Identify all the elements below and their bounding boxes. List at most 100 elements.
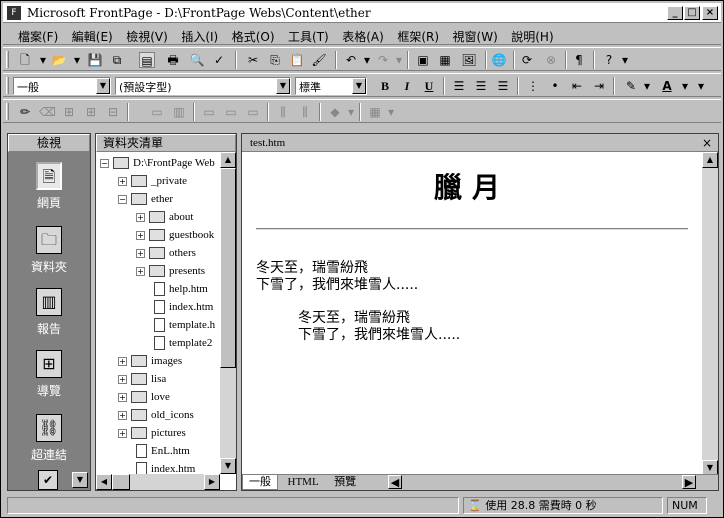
tree-item-lisa[interactable]: + lisa — [118, 370, 166, 388]
align-left-icon[interactable]: ☰ — [451, 78, 467, 94]
tab-preview[interactable]: 預覽 — [328, 475, 362, 489]
editing-area[interactable]: 臘月 冬天至，瑞雪紛飛 下雪了，我們來堆雪人..... 冬天至，瑞雪紛飛 下雪了… — [242, 152, 702, 476]
menu-edit[interactable]: 編輯(E) — [67, 25, 118, 48]
align-right-icon[interactable]: ☰ — [495, 78, 511, 94]
tree-item-old-icons[interactable]: + old_icons — [118, 406, 194, 424]
open-icon[interactable]: 📂 — [51, 52, 67, 68]
fill-color-dropdown-icon[interactable]: ▾ — [343, 104, 359, 120]
redo-icon[interactable]: ↷ — [375, 52, 391, 68]
highlight-dropdown-icon[interactable]: ▾ — [639, 78, 655, 94]
tree-item-pictures[interactable]: + pictures — [118, 424, 186, 442]
tree-item-about[interactable]: + about — [136, 208, 193, 226]
undo-icon[interactable]: ↶ — [343, 52, 359, 68]
split-cells-icon[interactable]: ▥ — [171, 104, 187, 120]
tab-html[interactable]: HTML — [282, 475, 325, 489]
title-bar[interactable]: F Microsoft FrontPage - D:\FrontPage Web… — [3, 3, 721, 23]
view-folders[interactable]: 🗀 資料夾 — [8, 226, 90, 275]
tabs-scroll-right-button[interactable]: ▶ — [682, 475, 696, 489]
menu-window[interactable]: 視窗(W) — [448, 25, 503, 48]
tree-item-private[interactable]: + _private — [118, 172, 187, 190]
help-icon[interactable]: ? — [601, 52, 617, 68]
table-autoformat-icon[interactable]: ▦ — [367, 104, 383, 120]
scroll-thumb[interactable] — [112, 474, 130, 490]
paste-icon[interactable]: 📋 — [289, 52, 305, 68]
toolbar-grip[interactable] — [6, 51, 9, 68]
draw-table-icon[interactable]: ✏ — [17, 104, 33, 120]
view-reports[interactable]: ▥ 報告 — [8, 288, 90, 337]
tree-item-template2[interactable]: template2 — [154, 334, 212, 352]
align-bottom-icon[interactable]: ▭ — [245, 104, 261, 120]
style-select[interactable]: 一般 ▼ — [13, 77, 111, 95]
minimize-button[interactable]: _ — [667, 6, 683, 20]
folder-list-icon[interactable]: ▤ — [139, 52, 155, 68]
tabs-scroll-left-button[interactable]: ◀ — [388, 475, 402, 489]
new-dropdown-icon[interactable]: ▾ — [35, 52, 51, 68]
menu-frames[interactable]: 框架(R) — [392, 25, 444, 48]
stop-icon[interactable]: ⊗ — [543, 52, 559, 68]
menu-table[interactable]: 表格(A) — [337, 25, 389, 48]
highlight-icon[interactable]: ✎ — [623, 78, 639, 94]
delete-cells-icon[interactable]: ⊟ — [105, 104, 121, 120]
insert-table-icon[interactable]: ▦ — [437, 52, 453, 68]
toolbar-options-icon[interactable]: ▾ — [383, 104, 399, 120]
publish-icon[interactable]: ⧉ — [109, 52, 125, 68]
chevron-down-icon[interactable]: ▼ — [96, 78, 110, 94]
tree-item-enl-htm[interactable]: EnL.htm — [136, 442, 190, 460]
font-color-icon[interactable]: A — [659, 78, 675, 94]
insert-columns-icon[interactable]: ⊞ — [83, 104, 99, 120]
increase-indent-icon[interactable]: ⇥ — [591, 78, 607, 94]
italic-button[interactable]: I — [399, 78, 415, 94]
tree-item-index-htm[interactable]: index.htm — [154, 298, 213, 316]
save-icon[interactable]: 💾 — [87, 52, 103, 68]
distribute-rows-icon[interactable]: ⫼ — [275, 104, 291, 120]
hyperlink-icon[interactable]: 🌐 — [491, 52, 507, 68]
scroll-up-button[interactable]: ▲ — [702, 152, 718, 168]
paragraph-2[interactable]: 冬天至，瑞雪紛飛 下雪了，我們來堆雪人..... — [298, 310, 460, 344]
menu-view[interactable]: 檢視(V) — [121, 25, 173, 48]
decrease-indent-icon[interactable]: ⇤ — [569, 78, 585, 94]
paragraph-1[interactable]: 冬天至，瑞雪紛飛 下雪了，我們來堆雪人..... — [256, 260, 418, 294]
scroll-left-button[interactable]: ◀ — [96, 474, 112, 490]
new-page-icon[interactable]: 🗋 — [17, 52, 33, 68]
insert-component-icon[interactable]: ▣ — [415, 52, 431, 68]
close-button[interactable]: × — [702, 6, 718, 20]
menu-format[interactable]: 格式(O) — [227, 25, 280, 48]
insert-picture-icon[interactable]: 🖼 — [461, 52, 477, 68]
tree-item-ether[interactable]: − ether — [118, 190, 173, 208]
align-center-icon[interactable]: ☰ — [473, 78, 489, 94]
format-painter-icon[interactable]: 🖌 — [311, 52, 327, 68]
scroll-right-button[interactable]: ▶ — [204, 474, 220, 490]
view-tasks[interactable]: ✔ — [38, 470, 58, 494]
toolbar-grip[interactable] — [6, 77, 9, 94]
folder-vertical-scrollbar[interactable]: ▲ ▼ — [220, 152, 236, 474]
toolbar-options-icon[interactable]: ▾ — [693, 78, 709, 94]
copy-icon[interactable]: ⎘ — [267, 52, 283, 68]
eraser-icon[interactable]: ⌫ — [39, 104, 56, 120]
tree-item-love[interactable]: + love — [118, 388, 170, 406]
spelling-icon[interactable]: ✓ — [211, 52, 227, 68]
editor-vertical-scrollbar[interactable]: ▲ ▼ — [702, 152, 718, 476]
undo-dropdown-icon[interactable]: ▾ — [359, 52, 375, 68]
underline-button[interactable]: U — [421, 78, 437, 94]
bold-button[interactable]: B — [377, 78, 393, 94]
folder-horizontal-scrollbar[interactable]: ◀ ▶ — [96, 474, 220, 490]
distribute-columns-icon[interactable]: ⫼ — [297, 104, 313, 120]
scroll-thumb[interactable] — [220, 168, 236, 368]
menu-tools[interactable]: 工具(T) — [283, 25, 334, 48]
refresh-icon[interactable]: ⟳ — [519, 52, 535, 68]
frontpage-app-icon[interactable]: F — [7, 6, 21, 20]
chevron-down-icon[interactable]: ▼ — [276, 78, 290, 94]
menu-insert[interactable]: 插入(I) — [176, 25, 223, 48]
show-all-icon[interactable]: ¶ — [571, 52, 587, 68]
tree-item-template-htm[interactable]: template.h — [154, 316, 215, 334]
scroll-down-button[interactable]: ▼ — [220, 458, 236, 474]
numbering-icon[interactable]: ⋮ — [525, 78, 541, 94]
font-color-dropdown-icon[interactable]: ▾ — [677, 78, 693, 94]
menu-help[interactable]: 說明(H) — [506, 25, 558, 48]
maximize-button[interactable]: □ — [684, 6, 700, 20]
chevron-down-icon[interactable]: ▼ — [352, 78, 366, 94]
menu-file[interactable]: 檔案(F) — [13, 25, 63, 48]
tab-normal[interactable]: 一般 — [242, 475, 278, 490]
view-navigation[interactable]: ⊞ 導覽 — [8, 350, 90, 399]
cut-icon[interactable]: ✂ — [245, 52, 261, 68]
